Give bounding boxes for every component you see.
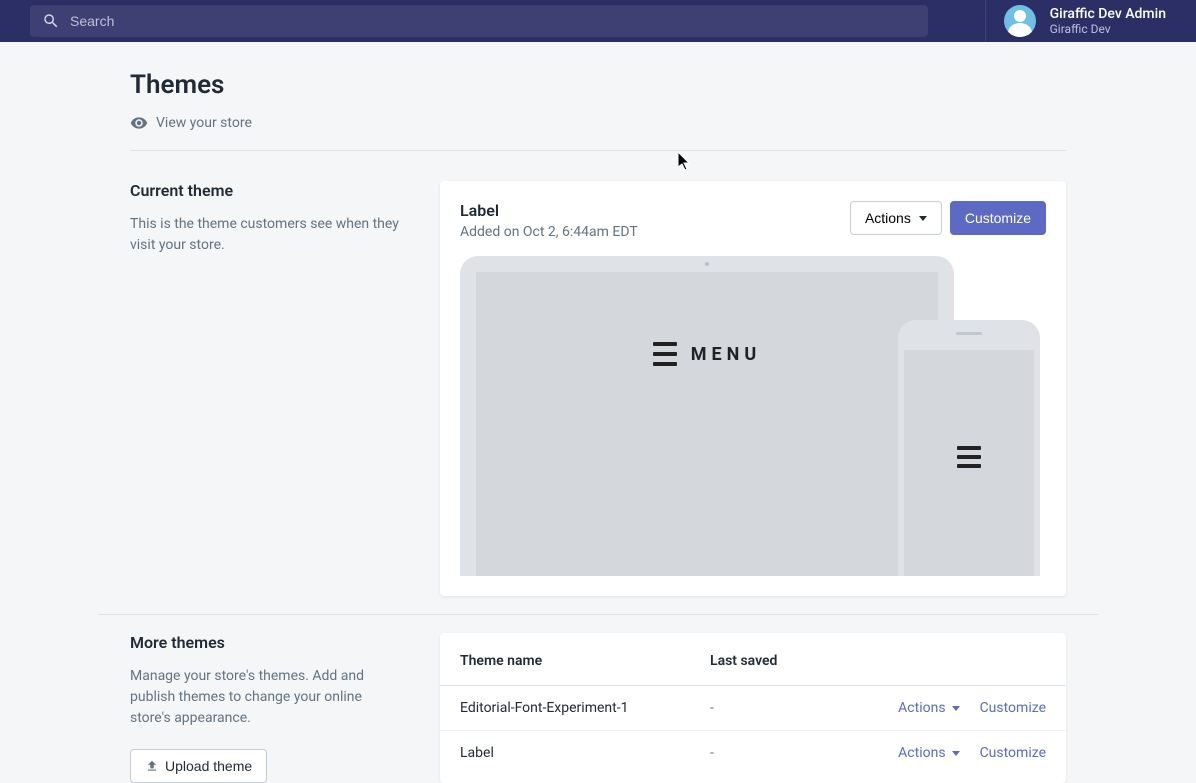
table-header: Theme name Last saved: [440, 633, 1066, 686]
customize-button[interactable]: Customize: [950, 201, 1046, 235]
caret-down-icon: [952, 751, 960, 756]
actions-button[interactable]: Actions: [850, 201, 942, 235]
caret-down-icon: [952, 706, 960, 711]
theme-preview: MENU: [440, 256, 1066, 596]
row-actions-link[interactable]: Actions: [898, 745, 959, 761]
user-menu[interactable]: Giraffic Dev Admin Giraffic Dev: [985, 0, 1166, 42]
theme-row-saved: -: [710, 700, 898, 716]
card-actions: Actions Customize: [850, 201, 1046, 235]
col-last-saved: Last saved: [710, 653, 1046, 669]
col-theme-name: Theme name: [460, 653, 710, 669]
search-input[interactable]: [70, 13, 916, 29]
hamburger-icon: [653, 342, 677, 366]
current-theme-section: Current theme This is the theme customer…: [130, 181, 1066, 596]
page-title: Themes: [130, 70, 1066, 100]
more-themes-section: More themes Manage your store's themes. …: [130, 633, 1066, 783]
current-theme-desc: This is the theme customers see when the…: [130, 214, 400, 256]
theme-row-name: Editorial-Font-Experiment-1: [460, 700, 710, 716]
view-store-label: View your store: [156, 115, 252, 131]
app-header: Giraffic Dev Admin Giraffic Dev: [0, 0, 1196, 42]
table-row: Editorial-Font-Experiment-1 - Actions Cu…: [440, 686, 1066, 731]
avatar: [1004, 5, 1036, 37]
actions-label: Actions: [865, 210, 911, 226]
upload-theme-button[interactable]: Upload theme: [130, 749, 267, 783]
phone-preview: [898, 320, 1040, 576]
card-header: Label Added on Oct 2, 6:44am EDT Actions…: [440, 181, 1066, 256]
more-themes-desc: Manage your store's themes. Add and publ…: [130, 666, 400, 729]
more-themes-heading: More themes: [130, 633, 400, 652]
view-store-link[interactable]: View your store: [130, 114, 1066, 132]
theme-row-name: Label: [460, 745, 710, 761]
row-customize-link[interactable]: Customize: [980, 745, 1046, 761]
current-theme-info: Current theme This is the theme customer…: [130, 181, 400, 596]
user-name: Giraffic Dev Admin: [1050, 6, 1166, 22]
user-info: Giraffic Dev Admin Giraffic Dev: [1050, 6, 1166, 36]
row-actions-link[interactable]: Actions: [898, 700, 959, 716]
tablet-preview: MENU: [460, 256, 954, 576]
row-customize-link[interactable]: Customize: [980, 700, 1046, 716]
tablet-screen: MENU: [476, 272, 938, 576]
hamburger-icon: [957, 446, 981, 468]
theme-row-actions: Actions Customize: [898, 745, 1046, 761]
theme-row-saved: -: [710, 745, 898, 761]
main-content: Themes View your store Current theme Thi…: [0, 42, 1196, 783]
eye-icon: [130, 114, 148, 132]
user-sub: Giraffic Dev: [1050, 22, 1166, 36]
theme-name: Label: [460, 201, 638, 220]
current-theme-card: Label Added on Oct 2, 6:44am EDT Actions…: [440, 181, 1066, 596]
row-actions-label: Actions: [898, 745, 945, 761]
tablet-camera: [705, 262, 709, 266]
current-theme-heading: Current theme: [130, 181, 400, 200]
table-row: Label - Actions Customize: [440, 731, 1066, 775]
more-themes-card: Theme name Last saved Editorial-Font-Exp…: [440, 633, 1066, 783]
search-icon: [42, 12, 60, 30]
section-divider: [98, 614, 1098, 615]
row-actions-label: Actions: [898, 700, 945, 716]
phone-speaker: [956, 332, 982, 335]
upload-theme-label: Upload theme: [165, 758, 252, 774]
phone-screen: [904, 350, 1034, 576]
preview-menu-text: MENU: [691, 344, 761, 365]
divider: [130, 150, 1066, 151]
theme-row-actions: Actions Customize: [898, 700, 1046, 716]
search-container[interactable]: [30, 5, 928, 37]
preview-menu: MENU: [653, 342, 761, 366]
theme-added-date: Added on Oct 2, 6:44am EDT: [460, 224, 638, 240]
upload-icon: [145, 759, 159, 773]
more-themes-info: More themes Manage your store's themes. …: [130, 633, 400, 783]
caret-down-icon: [919, 216, 927, 221]
